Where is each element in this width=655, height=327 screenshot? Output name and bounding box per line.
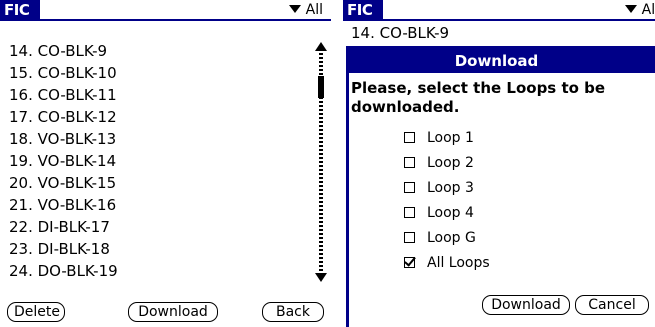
dialog-message: Please, select the Loops to be downloade…	[351, 79, 606, 116]
loop-option[interactable]: Loop 4	[404, 201, 490, 226]
loop-option[interactable]: Loop G	[404, 226, 490, 251]
list-item[interactable]: 24. DO-BLK-19	[9, 260, 309, 282]
list-item: 14. CO-BLK-9	[351, 24, 450, 42]
checkbox[interactable]	[404, 232, 415, 243]
scroll-up-arrow-icon[interactable]	[315, 42, 327, 51]
title-underline	[0, 19, 331, 21]
list-item[interactable]: 18. VO-BLK-13	[9, 128, 309, 150]
loop-option[interactable]: Loop 2	[404, 151, 490, 176]
loop-option-label[interactable]: Loop 4	[427, 205, 474, 221]
background-list: 14. CO-BLK-9	[351, 22, 449, 44]
category-selector[interactable]: All	[624, 1, 655, 19]
loop-option-label[interactable]: All Loops	[427, 255, 490, 271]
title-underline	[343, 19, 655, 21]
list-item[interactable]: 17. CO-BLK-12	[9, 106, 309, 128]
list-item[interactable]: 23. DI-BLK-18	[9, 238, 309, 260]
loop-option-label[interactable]: Loop 2	[427, 155, 474, 171]
loop-option-label[interactable]: Loop 3	[427, 180, 474, 196]
category-label: All	[641, 2, 655, 18]
title-bar: FIC All	[0, 0, 331, 21]
category-label: All	[305, 2, 323, 18]
left-screen: FIC All 14. CO-BLK-9 15. CO-BLK-10 16. C…	[0, 0, 331, 327]
back-button[interactable]: Back	[262, 302, 324, 322]
scroll-thumb[interactable]	[318, 76, 324, 98]
list-item[interactable]: 14. CO-BLK-9	[9, 40, 309, 62]
dialog-title: Download	[349, 49, 655, 73]
list-item[interactable]: 22. DI-BLK-17	[9, 216, 309, 238]
checkbox-checked[interactable]	[404, 257, 415, 268]
app-title[interactable]: FIC	[343, 0, 383, 21]
dialog-download-button[interactable]: Download	[482, 295, 570, 315]
category-selector[interactable]: All	[288, 1, 323, 19]
list-item[interactable]: 20. VO-BLK-15	[9, 172, 309, 194]
dropdown-triangle-icon	[288, 5, 301, 13]
delete-button[interactable]: Delete	[7, 302, 65, 322]
checkbox[interactable]	[404, 182, 415, 193]
scrollbar[interactable]	[315, 42, 327, 282]
dialog-cancel-button[interactable]: Cancel	[575, 295, 649, 315]
loop-options: Loop 1 Loop 2 Loop 3 Loop 4 Loop G All L…	[404, 126, 490, 276]
list-item[interactable]: 19. VO-BLK-14	[9, 150, 309, 172]
checkbox[interactable]	[404, 207, 415, 218]
list-item[interactable]: 15. CO-BLK-10	[9, 62, 309, 84]
title-bar: FIC All	[343, 0, 655, 21]
block-list: 14. CO-BLK-9 15. CO-BLK-10 16. CO-BLK-11…	[9, 40, 309, 282]
scroll-down-arrow-icon[interactable]	[315, 273, 327, 282]
loop-option-label[interactable]: Loop G	[427, 230, 476, 246]
loop-option[interactable]: Loop 3	[404, 176, 490, 201]
list-item[interactable]: 21. VO-BLK-16	[9, 194, 309, 216]
loop-option[interactable]: All Loops	[404, 251, 490, 276]
checkbox[interactable]	[404, 157, 415, 168]
dropdown-triangle-icon	[624, 5, 637, 13]
download-button[interactable]: Download	[128, 302, 218, 322]
list-item[interactable]: 16. CO-BLK-11	[9, 84, 309, 106]
loop-option-label[interactable]: Loop 1	[427, 130, 474, 146]
download-dialog: Download Please, select the Loops to be …	[346, 46, 655, 327]
right-screen: FIC All 14. CO-BLK-9 Download Please, se…	[343, 0, 655, 327]
app-title[interactable]: FIC	[0, 0, 40, 21]
screen-gap	[331, 0, 343, 327]
loop-option[interactable]: Loop 1	[404, 126, 490, 151]
checkbox[interactable]	[404, 132, 415, 143]
